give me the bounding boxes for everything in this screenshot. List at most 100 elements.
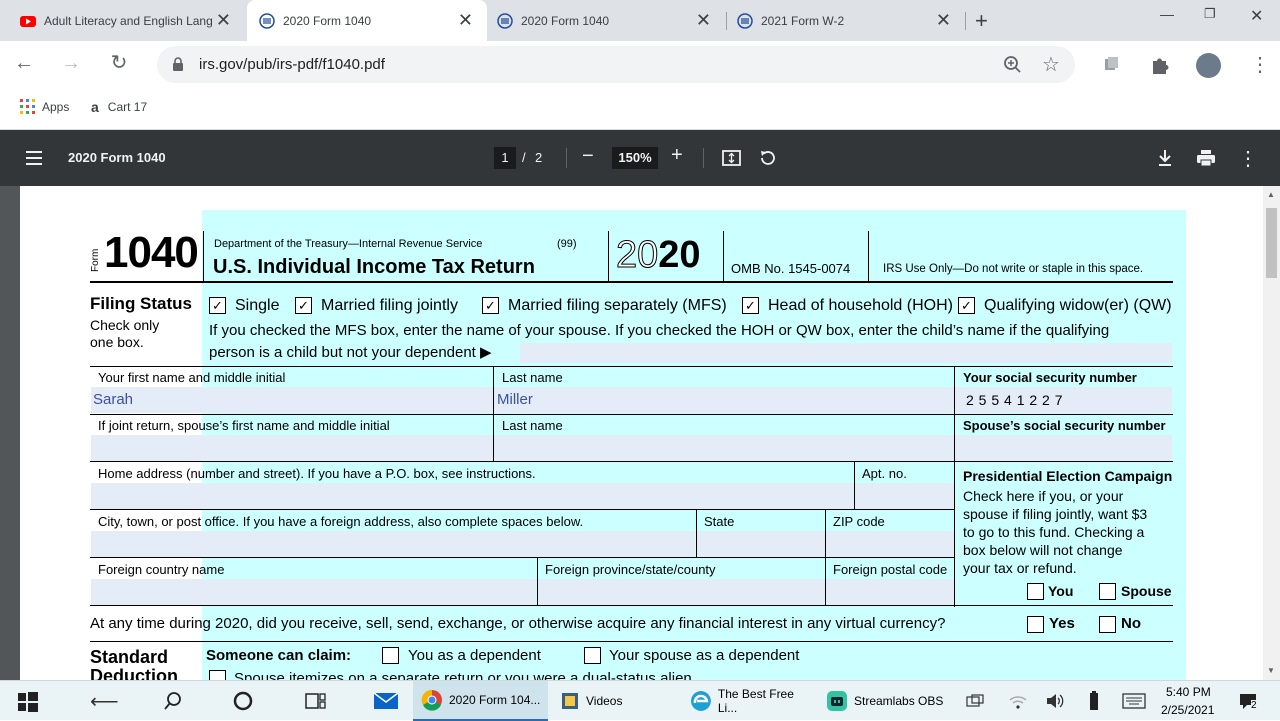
- clock-time[interactable]: 5:40 PM: [1166, 685, 1211, 699]
- windows-taskbar: ⟵ 2020 Form 104... Videos The Best Free …: [0, 680, 1280, 721]
- cortana-icon[interactable]: [233, 691, 253, 711]
- download-icon[interactable]: [1157, 149, 1173, 167]
- search-icon[interactable]: [163, 691, 183, 711]
- extension-icon[interactable]: [1103, 56, 1120, 73]
- checkbox-head-of-household[interactable]: ✓: [742, 297, 759, 314]
- url-text[interactable]: irs.gov/pub/irs-pdf/f1040.pdf: [199, 56, 385, 73]
- apt-label: Apt. no.: [862, 466, 907, 481]
- spouse-dependent-checkbox[interactable]: [584, 647, 601, 664]
- chrome-menu-icon[interactable]: ⋮: [1250, 52, 1270, 77]
- close-window-icon[interactable]: ✕: [1250, 6, 1263, 26]
- taskbar-streamlabs-app[interactable]: Streamlabs OBS: [820, 681, 950, 721]
- city-field[interactable]: [91, 531, 695, 557]
- checkbox-married-jointly[interactable]: ✓: [295, 297, 312, 314]
- profile-avatar[interactable]: [1196, 53, 1221, 78]
- address-bar[interactable]: irs.gov/pub/irs-pdf/f1040.pdf ☆: [157, 46, 1075, 83]
- tab-form-w2[interactable]: 2021 Form W-2 ✕: [727, 0, 965, 41]
- lock-icon[interactable]: [172, 57, 184, 72]
- restore-icon[interactable]: ❐: [1204, 6, 1216, 22]
- tab-form-1040[interactable]: 2020 Form 1040 ✕: [487, 0, 725, 41]
- close-tab-icon[interactable]: ✕: [216, 11, 231, 29]
- ssn-field[interactable]: 2 5 5 4 1 2 2 7: [955, 387, 1172, 413]
- print-icon[interactable]: [1196, 149, 1216, 167]
- checkbox-qualifying-widow[interactable]: ✓: [958, 297, 975, 314]
- apt-field[interactable]: [855, 483, 954, 509]
- qualifying-person-field[interactable]: [520, 343, 1172, 363]
- foreign-province-label: Foreign province/state/county: [545, 562, 716, 577]
- minimize-icon[interactable]: —: [1160, 6, 1174, 22]
- spouse-ssn-field[interactable]: [955, 435, 1172, 461]
- rule: [90, 605, 1173, 606]
- filing-option-label: Married filing jointly: [321, 297, 458, 314]
- zoom-out-button[interactable]: −: [582, 145, 594, 168]
- fit-to-page-icon[interactable]: [722, 150, 741, 166]
- bookmark-cart[interactable]: a Cart 17: [91, 99, 147, 115]
- rotate-icon[interactable]: [758, 148, 778, 168]
- bookmark-apps[interactable]: Apps: [20, 99, 69, 114]
- hamburger-menu-icon[interactable]: [26, 151, 42, 165]
- bookmark-label: Apps: [42, 99, 70, 114]
- close-tab-icon[interactable]: ✕: [458, 11, 473, 29]
- foreign-province-field[interactable]: [538, 579, 825, 605]
- last-name-value[interactable]: Miller: [497, 391, 533, 408]
- taskbar-edge-app[interactable]: The Best Free Li...: [684, 681, 816, 721]
- zoom-in-button[interactable]: +: [671, 144, 683, 167]
- last-name-field[interactable]: Miller: [494, 387, 954, 413]
- zoom-level-input[interactable]: 150%: [612, 147, 658, 169]
- first-name-field[interactable]: Sarah: [91, 387, 493, 413]
- zoom-magnifier-icon[interactable]: [1003, 55, 1022, 74]
- taskbar-chrome-app[interactable]: 2020 Form 104...: [413, 681, 548, 721]
- state-label: State: [704, 514, 735, 529]
- virtual-currency-yes-checkbox[interactable]: [1027, 616, 1044, 633]
- keyboard-icon[interactable]: [1122, 693, 1146, 709]
- no-label: No: [1121, 615, 1141, 632]
- foreign-postal-field[interactable]: [826, 579, 954, 605]
- back-arrow-icon[interactable]: ⟵: [90, 689, 119, 714]
- pec-you-checkbox[interactable]: [1027, 583, 1044, 600]
- page-number-input[interactable]: 1: [494, 147, 516, 169]
- battery-icon[interactable]: [1088, 690, 1100, 712]
- back-arrow-icon[interactable]: ←: [13, 52, 35, 74]
- scrollbar-thumb[interactable]: [1266, 208, 1277, 278]
- mfs-instruction: person is a child but not your dependent…: [209, 344, 492, 361]
- tray-window-icon[interactable]: [966, 694, 984, 708]
- mail-icon[interactable]: [373, 691, 399, 711]
- forward-arrow-icon[interactable]: →: [60, 52, 82, 74]
- pec-spouse-checkbox[interactable]: [1099, 583, 1116, 600]
- new-tab-button[interactable]: +: [975, 8, 988, 34]
- irs-icon: [497, 12, 513, 29]
- foreign-country-field[interactable]: [91, 579, 536, 605]
- spouse-first-name-field[interactable]: [91, 435, 493, 461]
- clock-date[interactable]: 2/25/2021: [1161, 703, 1214, 717]
- tab-strip: Adult Literacy and English Lang ✕ 2020 F…: [0, 0, 1280, 41]
- close-tab-icon[interactable]: ✕: [696, 11, 711, 29]
- spouse-itemizes-checkbox[interactable]: [209, 670, 226, 680]
- zip-field[interactable]: [826, 531, 954, 557]
- virtual-currency-no-checkbox[interactable]: [1099, 616, 1116, 633]
- reload-icon[interactable]: ↻: [108, 52, 130, 74]
- ssn-value[interactable]: 2 5 5 4 1 2 2 7: [966, 392, 1063, 408]
- task-view-icon[interactable]: [305, 691, 327, 711]
- close-tab-icon[interactable]: ✕: [936, 11, 951, 29]
- last-name-label: Last name: [502, 370, 563, 385]
- pdf-more-options-icon[interactable]: ⋮: [1238, 146, 1258, 171]
- bookmark-star-icon[interactable]: ☆: [1042, 52, 1060, 77]
- pec-text: Check here if you, or your: [963, 488, 1124, 504]
- department-label: Department of the Treasury—Internal Reve…: [214, 238, 483, 250]
- tab-youtube[interactable]: Adult Literacy and English Lang ✕: [0, 0, 245, 41]
- windows-start-icon[interactable]: [18, 692, 38, 712]
- wifi-icon[interactable]: [1008, 692, 1028, 710]
- mfs-instruction: If you checked the MFS box, enter the na…: [209, 322, 1110, 339]
- you-dependent-checkbox[interactable]: [382, 647, 399, 664]
- first-name-value[interactable]: Sarah: [93, 391, 133, 408]
- home-address-field[interactable]: [91, 483, 853, 509]
- pdf-scrollbar[interactable]: ▲ ▼: [1263, 186, 1280, 680]
- spouse-last-name-field[interactable]: [494, 435, 954, 461]
- state-field[interactable]: [697, 531, 825, 557]
- puzzle-extensions-icon[interactable]: [1149, 54, 1171, 76]
- checkbox-married-separately[interactable]: ✓: [482, 297, 499, 314]
- checkbox-single[interactable]: ✓: [209, 297, 226, 314]
- taskbar-videos-app[interactable]: Videos: [552, 681, 682, 721]
- tab-form-1040-active[interactable]: 2020 Form 1040 ✕: [247, 0, 487, 41]
- volume-icon[interactable]: [1045, 692, 1065, 710]
